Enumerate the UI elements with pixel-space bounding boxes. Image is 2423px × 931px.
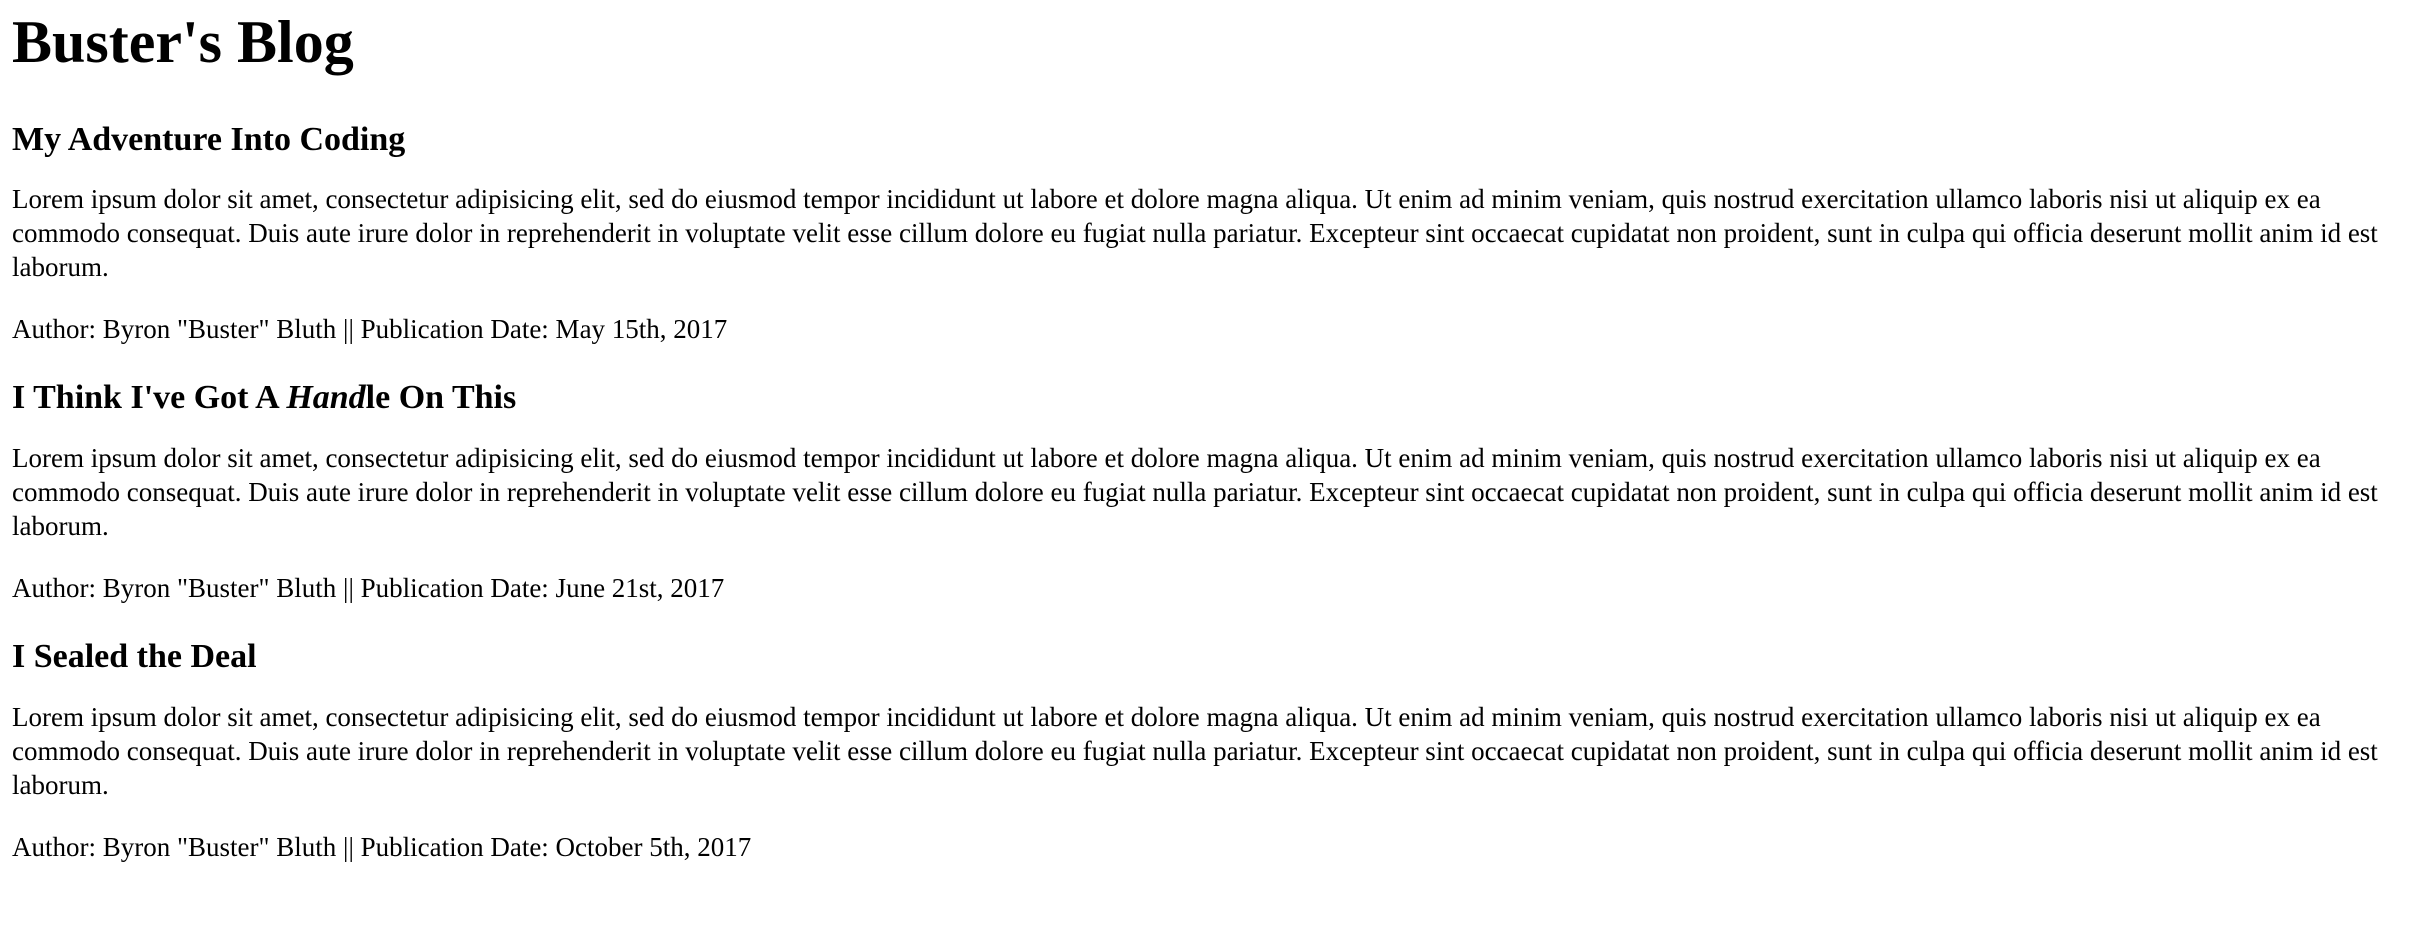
post-meta: Author: Byron "Buster" Bluth || Publicat… [12,832,752,862]
post-title: I Sealed the Deal [12,638,257,675]
post-body: Lorem ipsum dolor sit amet, consectetur … [12,184,2378,282]
post-title: I Think I've Got A Handle On This [12,378,2411,418]
post-title-part: le On This [365,379,517,416]
post-title: My Adventure Into Coding [12,121,406,158]
post-title-part: I Think I've Got A [12,379,287,416]
post-body: Lorem ipsum dolor sit amet, consectetur … [12,443,2378,541]
post-title-emphasis: Hand [286,379,366,416]
blog-title: Buster's Blog [12,9,354,75]
post-body: Lorem ipsum dolor sit amet, consectetur … [12,702,2378,800]
post-meta: Author: Byron "Buster" Bluth || Publicat… [12,314,728,344]
blog-page: Buster's Blog My Adventure Into Coding L… [0,0,2423,931]
blog-post: I Sealed the Deal Lorem ipsum dolor sit … [12,637,2411,864]
blog-post: My Adventure Into Coding Lorem ipsum dol… [12,120,2411,346]
post-meta: Author: Byron "Buster" Bluth || Publicat… [12,573,725,603]
blog-post: I Think I've Got A Handle On This Lorem … [12,378,2411,605]
